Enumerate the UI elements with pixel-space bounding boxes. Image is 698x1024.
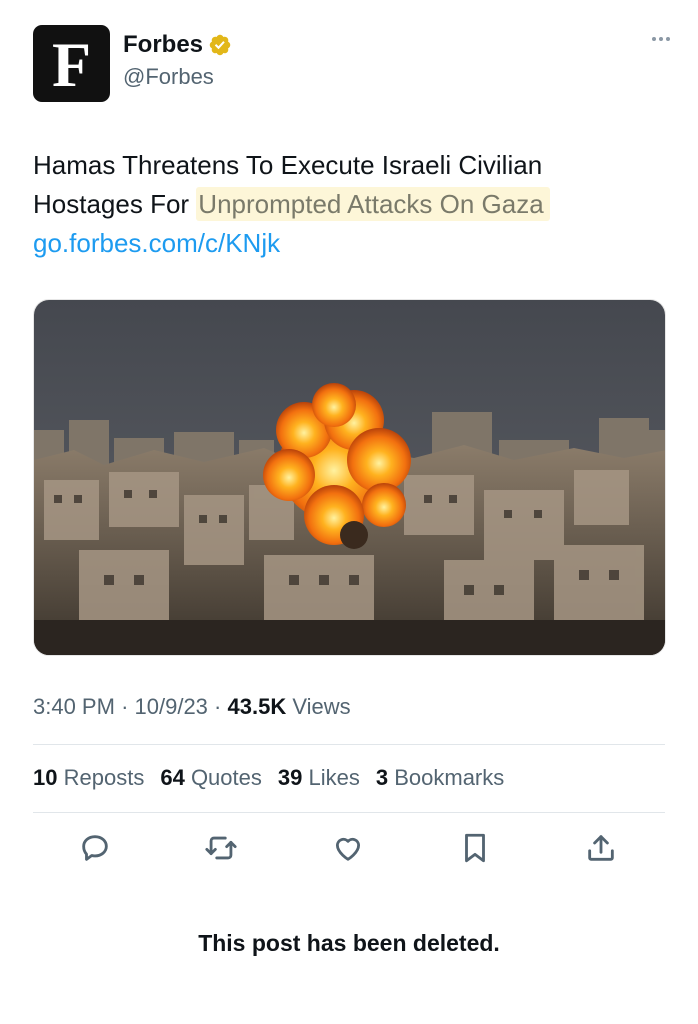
tweet-text-prefix: Hostages For (33, 189, 197, 219)
tweet-text-line2: Hostages For Unprompted Attacks On Gaza (33, 185, 653, 224)
views-count: 43.5K (227, 694, 287, 719)
account-info[interactable]: Forbes @Forbes (123, 31, 232, 90)
tweet-text-line1: Hamas Threatens To Execute Israeli Civil… (33, 150, 543, 180)
divider (33, 812, 665, 813)
likes-stat[interactable]: 39 Likes (278, 765, 360, 791)
like-icon[interactable] (331, 831, 365, 865)
more-options-icon[interactable] (652, 37, 670, 41)
account-handle[interactable]: @Forbes (123, 64, 232, 90)
article-link[interactable]: go.forbes.com/c/KNjk (33, 224, 653, 263)
divider (33, 744, 665, 745)
bookmarks-stat[interactable]: 3 Bookmarks (376, 765, 504, 791)
quotes-stat[interactable]: 64 Quotes (160, 765, 262, 791)
views-label: Views (292, 694, 351, 719)
highlighted-text: Unprompted Attacks On Gaza (196, 187, 550, 221)
tweet-header: F Forbes @Forbes (33, 25, 670, 103)
meta-separator: · (121, 694, 129, 719)
tweet-date[interactable]: 10/9/23 (135, 694, 208, 719)
tweet-photo[interactable] (33, 299, 666, 656)
share-icon[interactable] (584, 831, 618, 865)
avatar-letter: F (51, 28, 92, 100)
tweet-time[interactable]: 3:40 PM (33, 694, 115, 719)
tweet-meta: 3:40 PM · 10/9/23 · 43.5K Views (33, 694, 351, 720)
repost-icon[interactable] (204, 831, 238, 865)
action-bar (78, 831, 618, 867)
deleted-notice: This post has been deleted. (198, 930, 500, 956)
account-name[interactable]: Forbes (123, 31, 203, 59)
tweet-text: Hamas Threatens To Execute Israeli Civil… (33, 146, 653, 263)
engagement-stats: 10 Reposts 64 Quotes 39 Likes 3 Bookmark… (33, 765, 504, 791)
reply-icon[interactable] (78, 831, 112, 865)
explosion-photo (34, 300, 665, 655)
meta-separator: · (214, 694, 222, 719)
reposts-stat[interactable]: 10 Reposts (33, 765, 144, 791)
bookmark-icon[interactable] (458, 831, 492, 865)
forbes-avatar[interactable]: F (33, 25, 110, 102)
verified-badge-icon (209, 34, 231, 56)
